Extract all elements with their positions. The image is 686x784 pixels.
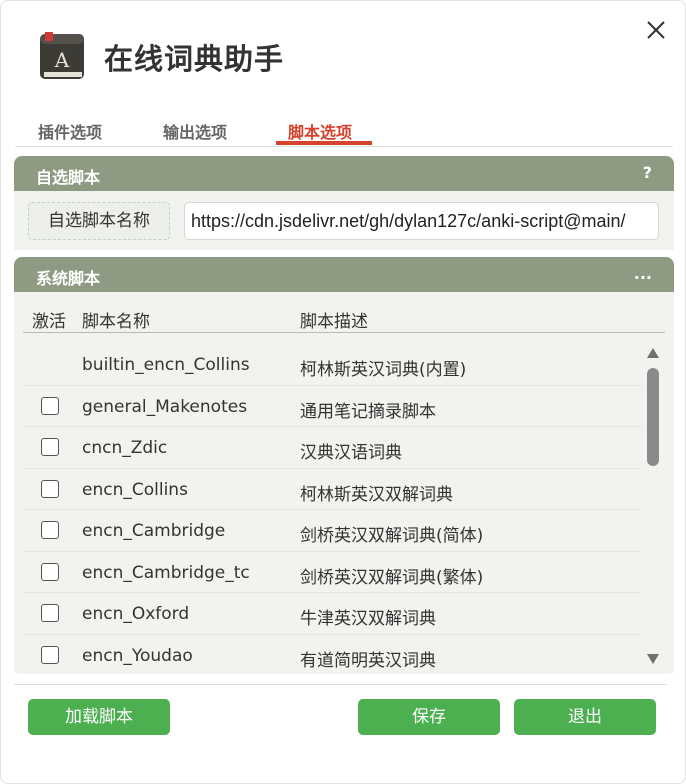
tab-plugin-options[interactable]: 插件选项: [38, 119, 102, 147]
dictionary-book-icon: A: [39, 32, 85, 80]
svg-text:A: A: [54, 48, 70, 72]
custom-script-title: 自选脚本: [36, 168, 101, 187]
script-desc: 牛津英汉双解词典: [300, 609, 436, 629]
more-options-icon[interactable]: ...: [634, 264, 652, 283]
table-row: builtin_encn_Collins 柯林斯英汉词典(内置): [23, 344, 641, 386]
table-row: encn_Oxford 牛津英汉双解词典: [23, 593, 641, 635]
save-button[interactable]: 保存: [358, 699, 500, 735]
script-name: encn_Oxford: [82, 604, 190, 624]
script-desc: 通用笔记摘录脚本: [300, 401, 436, 422]
script-list: builtin_encn_Collins 柯林斯英汉词典(内置) general…: [23, 344, 641, 672]
column-header-name: 脚本名称: [82, 312, 150, 332]
table-row: cncn_Zdic 汉典汉语词典: [23, 427, 641, 469]
table-row: encn_Cambridge 剑桥英汉双解词典(简体): [23, 510, 641, 552]
activate-checkbox[interactable]: [41, 645, 59, 664]
script-desc: 柯林斯英汉双解词典: [300, 484, 453, 505]
scroll-thumb[interactable]: [647, 368, 659, 466]
script-name: encn_Youdao: [82, 645, 193, 666]
system-script-title: 系统脚本: [36, 269, 101, 288]
script-name: encn_Cambridge_tc: [82, 562, 250, 583]
footer-divider: [14, 684, 667, 685]
tab-bar: 插件选项 输出选项 脚本选项: [15, 113, 673, 147]
activate-checkbox[interactable]: [41, 521, 59, 539]
table-row: encn_Cambridge_tc 剑桥英汉双解词典(繁体): [23, 552, 641, 593]
exit-button[interactable]: 退出: [514, 699, 656, 735]
table-row: general_Makenotes 通用笔记摘录脚本: [23, 386, 641, 427]
scroll-down-arrow-icon[interactable]: [646, 653, 660, 665]
script-desc: 剑桥英汉双解词典(繁体): [300, 567, 484, 588]
script-name: general_Makenotes: [82, 396, 248, 417]
activate-checkbox[interactable]: [41, 396, 59, 415]
activate-checkbox[interactable]: [41, 604, 59, 622]
script-list-scrollbar[interactable]: [644, 341, 662, 671]
close-icon[interactable]: [641, 15, 671, 45]
app-title: 在线词典助手: [104, 42, 285, 76]
custom-script-url-input[interactable]: https://cdn.jsdelivr.net/gh/dylan127c/an…: [184, 202, 659, 240]
tab-output-options[interactable]: 输出选项: [163, 119, 227, 147]
column-header-active: 激活: [32, 312, 66, 332]
script-name: encn_Cambridge: [82, 521, 226, 541]
active-tab-indicator: [276, 141, 372, 145]
script-name: cncn_Zdic: [82, 438, 168, 458]
custom-script-header: 自选脚本 ?: [14, 156, 674, 192]
script-desc: 有道简明英汉词典: [300, 650, 436, 671]
column-header-desc: 脚本描述: [300, 312, 368, 332]
script-desc: 汉典汉语词典: [300, 443, 402, 463]
load-script-button[interactable]: 加载脚本: [28, 699, 170, 735]
custom-script-name-label: 自选脚本名称: [28, 202, 170, 240]
system-script-header: 系统脚本 ...: [14, 257, 674, 293]
script-name: encn_Collins: [82, 479, 188, 500]
script-name: builtin_encn_Collins: [82, 355, 250, 375]
script-desc: 剑桥英汉双解词典(简体): [300, 526, 484, 546]
script-desc: 柯林斯英汉词典(内置): [300, 360, 467, 380]
table-row: encn_Youdao 有道简明英汉词典: [23, 635, 641, 673]
activate-checkbox[interactable]: [41, 479, 59, 498]
scroll-up-arrow-icon[interactable]: [646, 347, 660, 359]
column-header-divider: [23, 332, 665, 333]
activate-checkbox[interactable]: [41, 438, 59, 456]
dialog: A 在线词典助手 插件选项 输出选项 脚本选项 自选脚本 ? 自选脚本名称 ht…: [0, 0, 686, 784]
activate-checkbox[interactable]: [41, 562, 59, 581]
help-icon[interactable]: ?: [643, 163, 652, 182]
table-row: encn_Collins 柯林斯英汉双解词典: [23, 469, 641, 510]
